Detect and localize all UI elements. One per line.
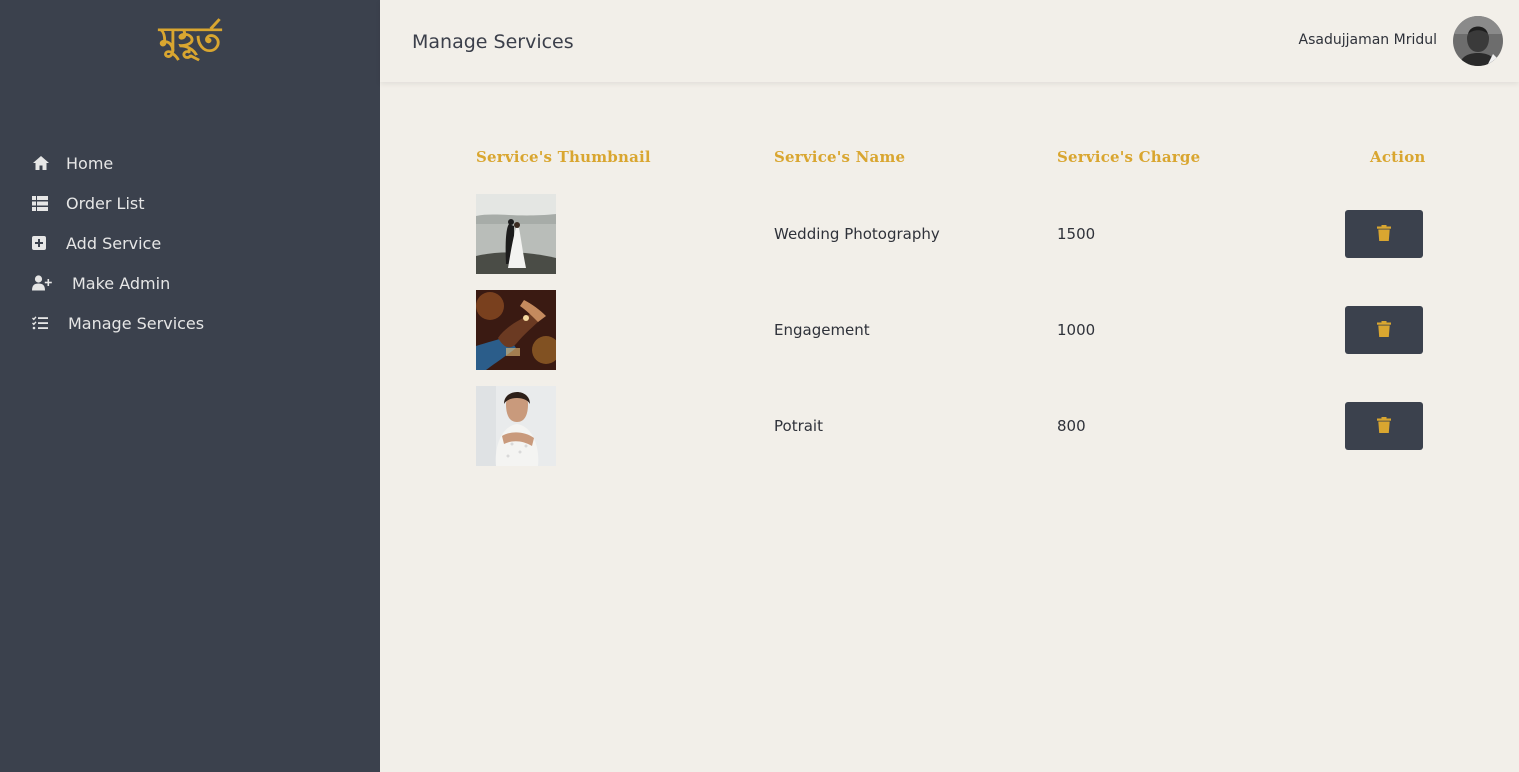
trash-icon xyxy=(1377,320,1391,340)
top-bar: Manage Services Asadujjaman Mridul xyxy=(380,0,1519,82)
bride-portrait-thumbnail xyxy=(476,386,556,466)
sidebar-item-label: Make Admin xyxy=(72,273,171,293)
sidebar: মুহূর্ত Home Order List Add Service Make… xyxy=(0,0,380,772)
sidebar-item-manage-services[interactable]: Manage Services xyxy=(32,303,204,343)
sidebar-item-label: Add Service xyxy=(66,233,162,253)
service-charge: 1000 xyxy=(1057,321,1096,339)
table-row: Potrait 800 xyxy=(476,386,1423,466)
sidebar-item-label: Order List xyxy=(66,193,145,213)
service-name: Wedding Photography xyxy=(774,225,940,243)
sidebar-item-label: Manage Services xyxy=(68,313,205,333)
table-row: Wedding Photography 1500 xyxy=(476,194,1423,274)
user-name: Asadujjaman Mridul xyxy=(1298,32,1437,48)
table-row: Engagement 1000 xyxy=(476,290,1423,370)
sidebar-item-order-list[interactable]: Order List xyxy=(32,183,204,223)
delete-button[interactable] xyxy=(1345,210,1423,258)
delete-button[interactable] xyxy=(1345,402,1423,450)
brand-logo[interactable]: মুহূর্ত xyxy=(0,18,380,62)
user-plus-icon xyxy=(32,273,72,293)
sidebar-item-add-service[interactable]: Add Service xyxy=(32,223,204,263)
sidebar-nav: Home Order List Add Service Make Admin M… xyxy=(32,143,204,343)
service-name: Potrait xyxy=(774,417,823,435)
trash-icon xyxy=(1377,416,1391,436)
plus-square-icon xyxy=(32,233,66,253)
service-charge: 800 xyxy=(1057,417,1086,435)
trash-icon xyxy=(1377,224,1391,244)
column-header-name: Service's Name xyxy=(774,148,906,166)
wedding-couple-thumbnail xyxy=(476,194,556,274)
sidebar-item-home[interactable]: Home xyxy=(32,143,204,183)
home-icon xyxy=(32,153,66,173)
avatar[interactable] xyxy=(1453,16,1503,66)
sidebar-item-label: Home xyxy=(66,153,114,173)
service-name: Engagement xyxy=(774,321,870,339)
engagement-ring-thumbnail xyxy=(476,290,556,370)
list-icon xyxy=(32,193,66,213)
service-charge: 1500 xyxy=(1057,225,1096,243)
tasks-icon xyxy=(32,313,68,333)
column-header-action: Action xyxy=(1370,148,1426,166)
column-header-thumbnail: Service's Thumbnail xyxy=(476,148,651,166)
page-title: Manage Services xyxy=(412,31,574,53)
column-header-charge: Service's Charge xyxy=(1057,148,1201,166)
delete-button[interactable] xyxy=(1345,306,1423,354)
sidebar-item-make-admin[interactable]: Make Admin xyxy=(32,263,204,303)
